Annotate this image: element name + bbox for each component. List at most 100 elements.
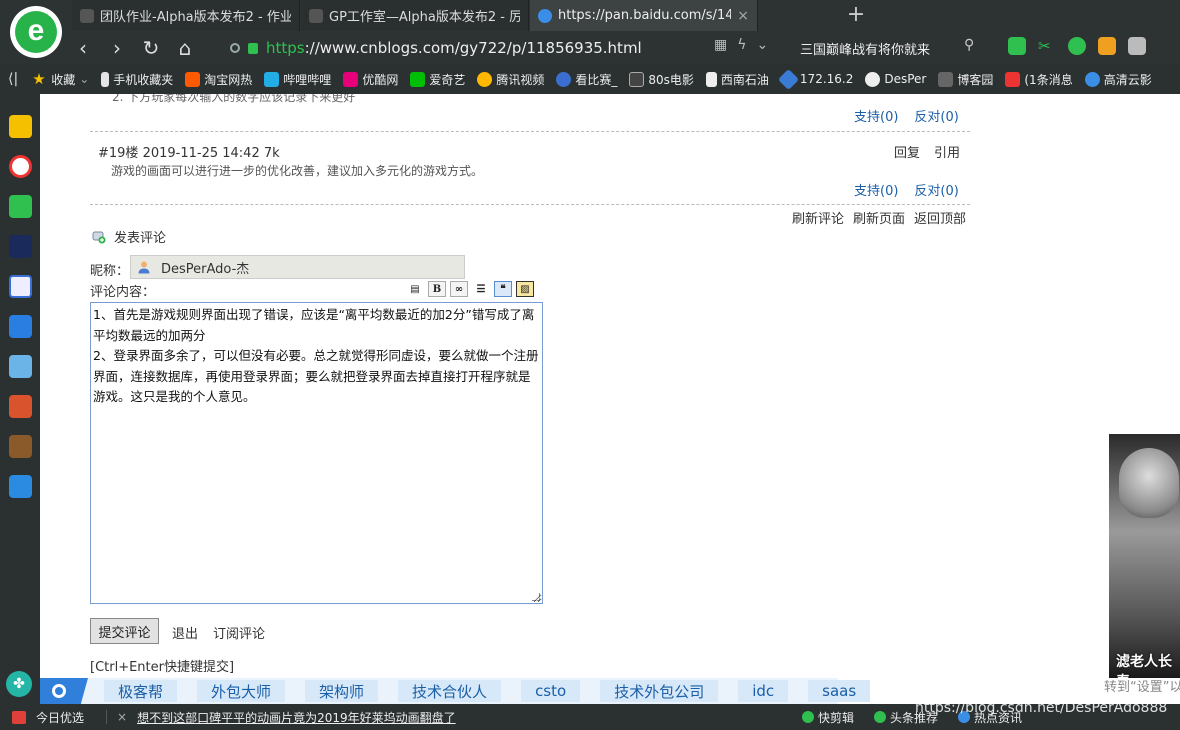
subscribe-comments-link[interactable]: 订阅评论 — [213, 623, 265, 642]
ad-image[interactable] — [1109, 434, 1180, 678]
bottom-link[interactable]: 极客帮 — [104, 680, 178, 702]
bottom-link[interactable]: 架构师 — [305, 680, 379, 702]
bookmark-item[interactable]: (1条消息 — [1005, 71, 1073, 88]
network-icon — [777, 68, 800, 90]
forward-button[interactable]: › — [100, 33, 134, 63]
bookmark-item[interactable]: 淘宝网热 — [185, 71, 252, 88]
chevron-down-icon[interactable]: ⌄ — [756, 37, 768, 53]
mail-icon[interactable] — [9, 195, 32, 218]
editor-toolbar: ▤ B ∞ ☰ ❝ ▨ — [406, 281, 534, 297]
bookmark-item[interactable]: 爱奇艺 — [410, 71, 465, 88]
bottom-bar-logo[interactable] — [40, 678, 88, 704]
bookmark-item[interactable]: 优酷网 — [343, 71, 398, 88]
oppose-link[interactable]: 反对(0) — [914, 106, 958, 125]
emoticon-icon[interactable]: ▤ — [406, 281, 424, 297]
github-icon — [865, 71, 881, 87]
page-icon — [705, 71, 717, 87]
refresh-page-link[interactable]: 刷新页面 — [853, 208, 905, 227]
bottom-link[interactable]: saas — [808, 680, 871, 702]
browser-logo[interactable]: e — [10, 6, 62, 58]
comment-header: #19楼 2019-11-25 14:42 7k — [98, 146, 280, 161]
close-news-icon[interactable]: × — [117, 710, 127, 724]
bottom-link[interactable]: 技术合伙人 — [398, 680, 502, 702]
gamepad-icon[interactable] — [1128, 37, 1146, 55]
reply-link[interactable]: 回复 — [894, 142, 920, 161]
scissors-icon[interactable]: ✂ — [1038, 37, 1056, 55]
bookmark-item[interactable]: 西南石油 — [705, 71, 769, 88]
code-icon[interactable]: ☰ — [472, 281, 490, 297]
back-to-top-link[interactable]: 返回顶部 — [914, 208, 966, 227]
grid-icon[interactable]: ▦ — [714, 37, 727, 53]
quote-link[interactable]: 引用 — [934, 142, 960, 161]
bottom-ad-bar: 极客帮 外包大师 架构师 技术合伙人 csto 技术外包公司 idc saas — [40, 678, 871, 704]
refresh-comments-link[interactable]: 刷新评论 — [792, 208, 844, 227]
bookmark-item[interactable]: 172.16.2 — [777, 68, 853, 90]
bookmark-item[interactable]: 高清云影 — [1084, 71, 1152, 88]
game-icon[interactable] — [9, 355, 32, 378]
bookmark-item[interactable]: 80s电影 — [629, 71, 694, 88]
bookmark-item[interactable]: 博客园 — [938, 71, 993, 88]
logout-link[interactable]: 退出 — [172, 623, 198, 642]
pdf-icon[interactable] — [9, 475, 32, 498]
image-icon[interactable]: ▨ — [516, 281, 534, 297]
tab-gp-studio[interactable]: GP工作室—Alpha版本发布2 - 厉 — [301, 0, 529, 31]
support-link[interactable]: 支持(0) — [854, 180, 898, 199]
translate-icon[interactable] — [1068, 37, 1086, 55]
resize-handle-icon[interactable] — [532, 593, 540, 601]
phone-icon — [101, 71, 110, 87]
reload-button[interactable]: ↻ — [134, 33, 168, 63]
bold-icon[interactable]: B — [428, 281, 446, 297]
comment-body: 游戏的画面可以进行进一步的优化改善，建议加入多元化的游戏方式。 — [111, 164, 484, 178]
lightning-icon[interactable]: ϟ — [737, 37, 746, 53]
tab-team-homework[interactable]: 团队作业-Alpha版本发布2 - 作业 — [72, 0, 300, 31]
support-link[interactable]: 支持(0) — [854, 106, 898, 125]
collapse-sidebar-icon[interactable]: ⟨| — [8, 71, 18, 87]
news-icon[interactable] — [9, 235, 32, 258]
floating-tool-button[interactable]: ✤ — [6, 671, 32, 697]
elderly-face-image — [1119, 448, 1179, 518]
news-headline-link[interactable]: 想不到这部口碑平平的动画片竟为2019年好莱坞动画翻盘了 — [137, 709, 456, 726]
csdn-watermark: https://blog.csdn.net/DesPerAdo888 — [915, 700, 1168, 716]
tab-baidu-pan[interactable]: https://pan.baidu.com/s/14gh × — [530, 0, 758, 31]
bottom-link[interactable]: idc — [738, 680, 789, 702]
home-button[interactable]: ⌂ — [168, 33, 202, 63]
close-tab-icon[interactable]: × — [737, 8, 749, 24]
coin-icon[interactable] — [1098, 37, 1116, 55]
game-hero-icon[interactable] — [9, 395, 32, 418]
oppose-link[interactable]: 反对(0) — [914, 180, 958, 199]
link-icon[interactable]: ∞ — [450, 281, 468, 297]
star-icon: ★ — [32, 69, 46, 88]
comment-actions: 回复 引用 — [894, 142, 960, 161]
movie-icon — [629, 71, 645, 87]
ad-caption[interactable]: 滤老人长寿 — [1116, 651, 1180, 678]
submit-comment-button[interactable]: 提交评论 — [90, 618, 159, 644]
play-icon — [802, 711, 814, 723]
bookmark-item[interactable]: 手机收藏夹 — [101, 71, 173, 88]
bottom-link[interactable]: 技术外包公司 — [600, 680, 719, 702]
post-comment-heading: 发表评论 — [92, 227, 166, 246]
search-icon[interactable]: ⚲ — [964, 37, 974, 53]
back-button[interactable]: ‹ — [66, 33, 100, 63]
weibo-icon[interactable] — [9, 155, 32, 178]
bookmark-item[interactable]: 腾讯视频 — [477, 71, 544, 88]
bookmark-item[interactable]: ★ 收藏 ⌄ — [32, 71, 89, 88]
new-tab-button[interactable]: + — [844, 4, 868, 28]
quote-icon[interactable]: ❝ — [494, 281, 512, 297]
bookmark-item[interactable]: 哔哩哔哩 — [264, 71, 331, 88]
shield-icon[interactable] — [1008, 37, 1026, 55]
favorites-star-icon[interactable] — [9, 115, 32, 138]
site-info-icon[interactable] — [230, 43, 240, 53]
address-bar[interactable]: https://www.cnblogs.com/gy722/p/11856935… — [230, 35, 785, 61]
game-castle-icon[interactable] — [9, 435, 32, 458]
today-picks[interactable]: 今日优选 — [36, 709, 84, 726]
bookmark-item[interactable]: 看比赛_ — [556, 71, 617, 88]
bottom-link[interactable]: csto — [521, 680, 581, 702]
word-doc-icon[interactable] — [9, 275, 32, 298]
search-suggestion[interactable]: 三国巅峰战有将你就来 — [800, 39, 930, 58]
comment-textarea[interactable]: 1、首先是游戏规则界面出现了错误，应该是“离平均数最近的加2分”错写成了离平均数… — [90, 302, 543, 604]
quick-clip-item[interactable]: 快剪辑 — [802, 709, 854, 726]
bottom-link[interactable]: 外包大师 — [197, 680, 286, 702]
chat-icon[interactable] — [9, 315, 32, 338]
bookmark-item[interactable]: DesPer — [865, 71, 926, 87]
extension-icons: ✂ — [1008, 37, 1146, 55]
